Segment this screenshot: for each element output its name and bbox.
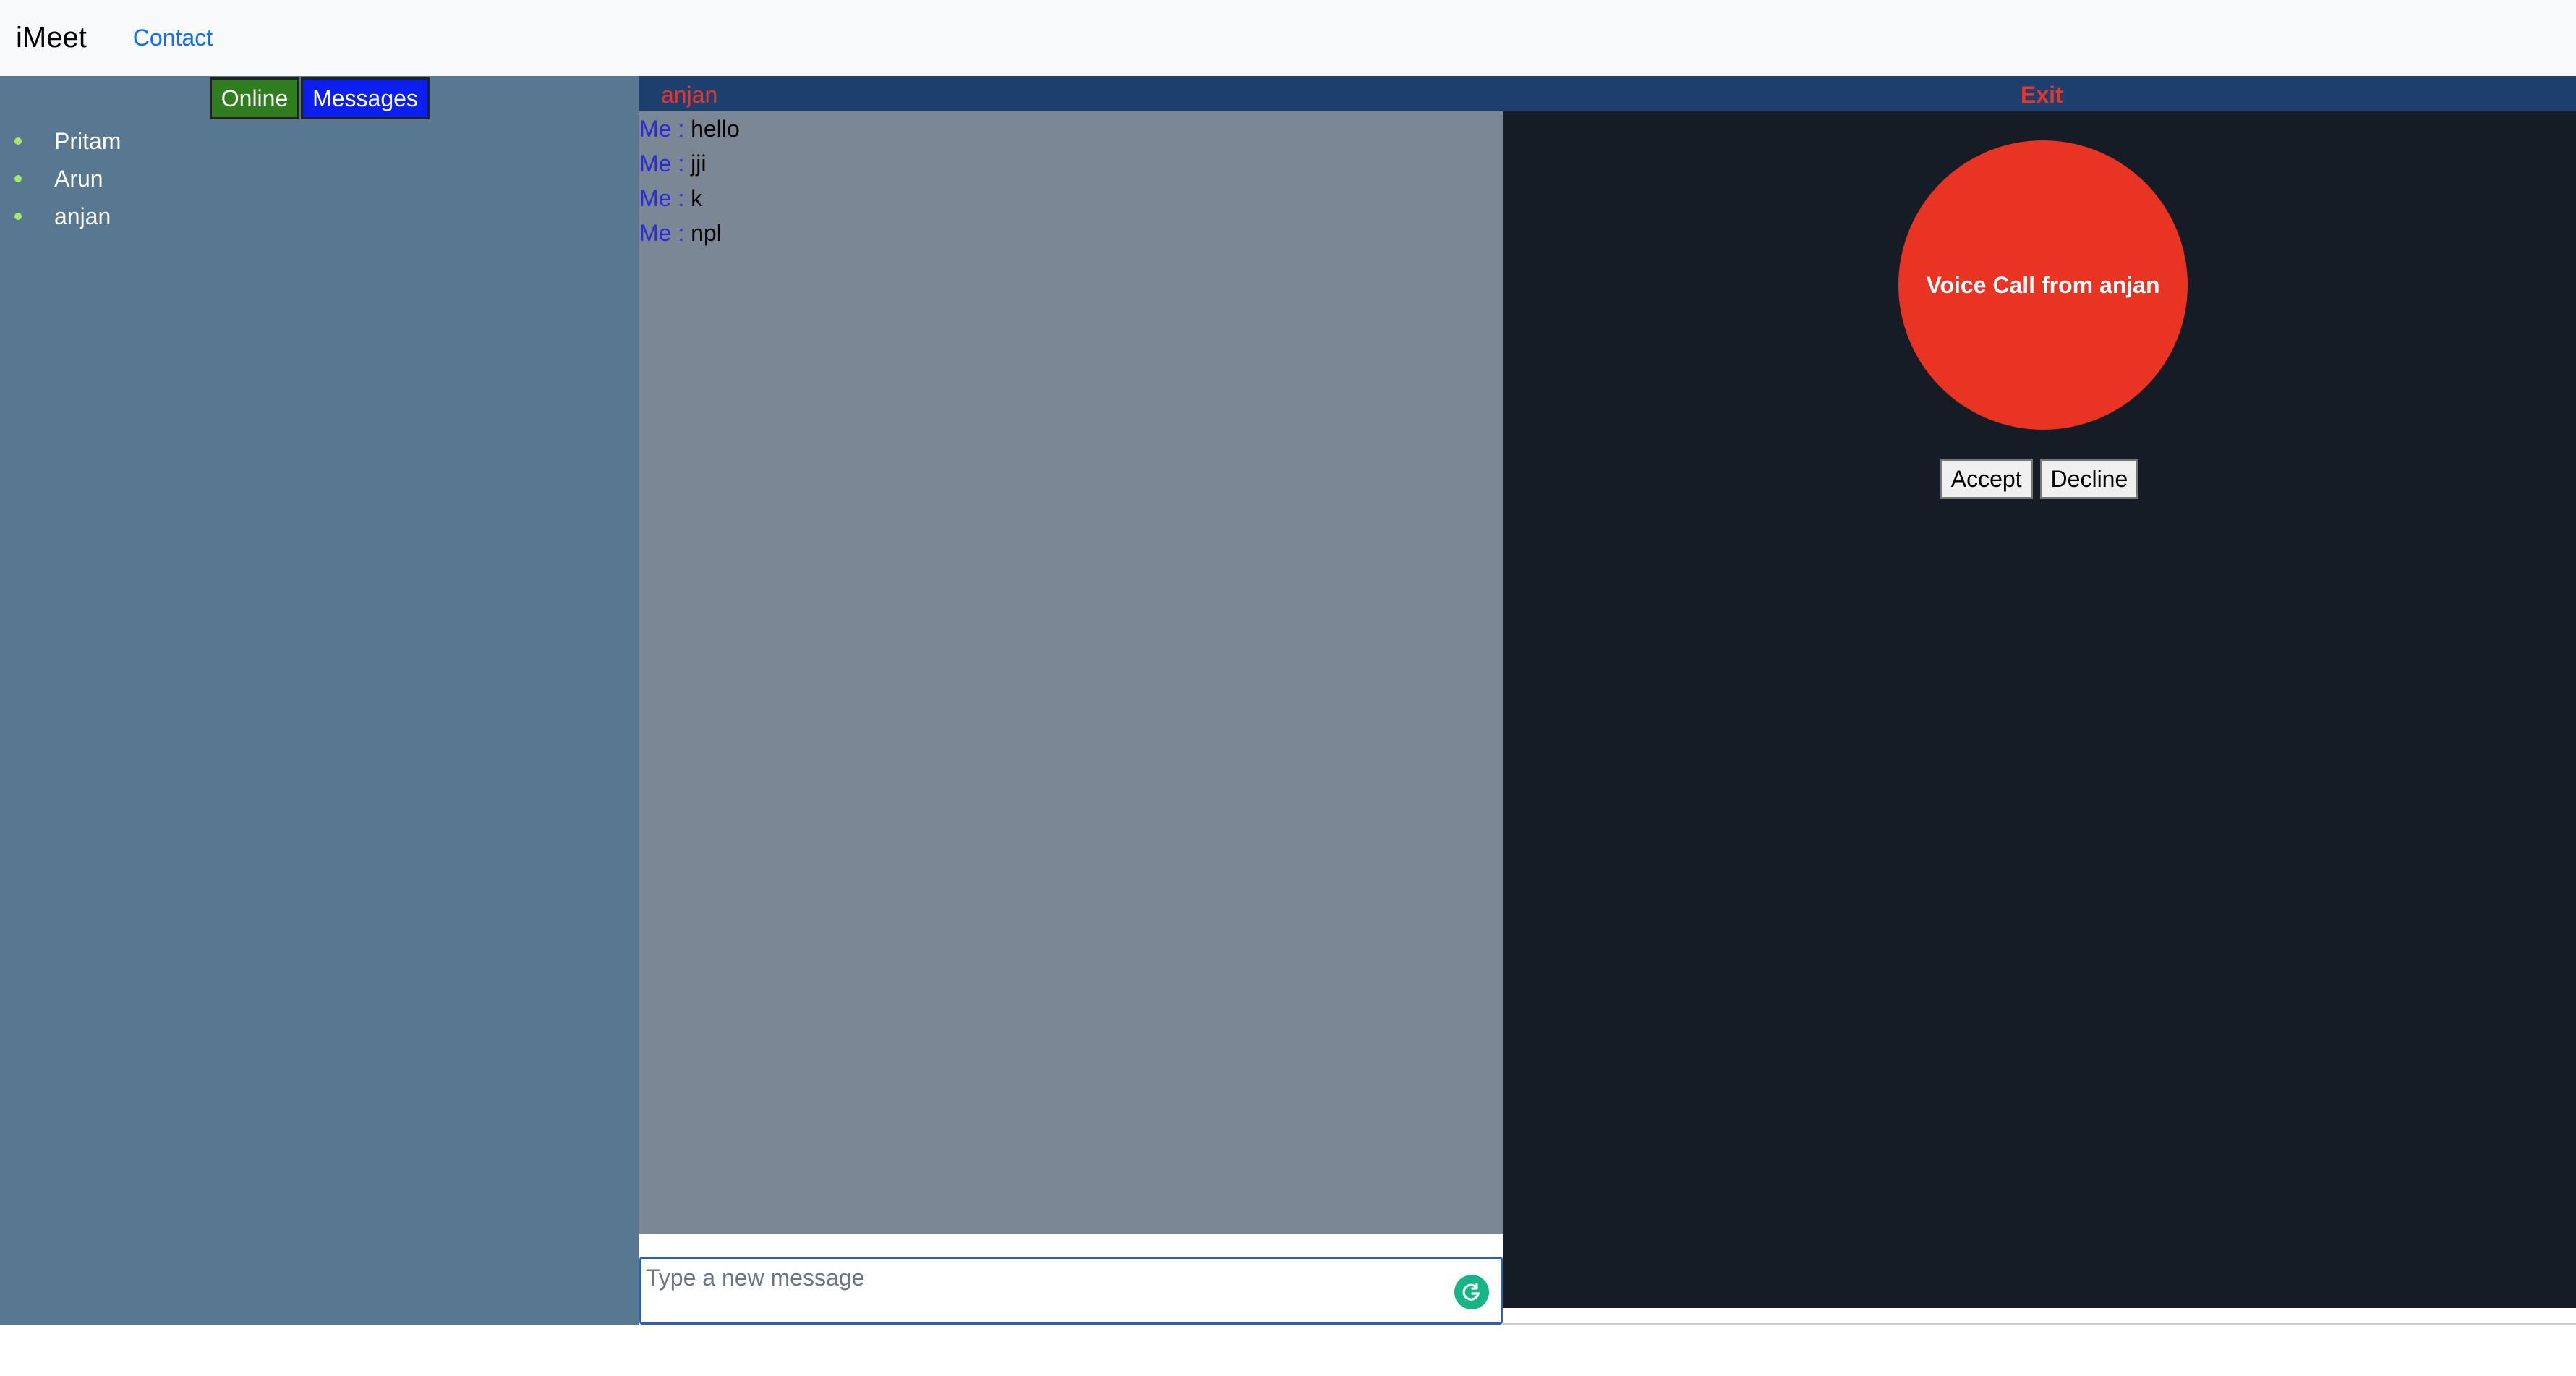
top-navbar: iMeet Contact	[0, 0, 2576, 76]
call-actions: Accept Decline	[1503, 459, 2576, 499]
chat-message: Me : k	[639, 181, 1503, 216]
decline-call-button[interactable]: Decline	[2039, 459, 2139, 499]
online-dot-icon	[14, 213, 22, 220]
sidebar-tabs: Online Messages	[0, 77, 639, 119]
chat-contact-name: anjan	[661, 82, 718, 108]
sidebar: Online Messages Pritam Arun anjan	[0, 76, 639, 1325]
incoming-call-text: Voice Call from anjan	[1926, 271, 2160, 298]
message-text: jji	[691, 150, 707, 177]
message-text: hello	[691, 116, 740, 142]
tab-online[interactable]: Online	[210, 77, 299, 119]
user-item[interactable]: anjan	[0, 198, 121, 235]
online-dot-icon	[14, 175, 22, 182]
composer-spacer	[639, 1234, 1503, 1257]
exit-button[interactable]: Exit	[2021, 82, 2063, 109]
chat-message: Me : jji	[639, 146, 1503, 181]
message-text: k	[691, 185, 703, 211]
user-name: anjan	[54, 203, 111, 229]
message-text: npl	[691, 220, 722, 246]
user-name: Pritam	[54, 127, 121, 154]
page-footer-space	[0, 1325, 2576, 1376]
message-composer	[639, 1257, 1503, 1325]
user-name: Arun	[54, 165, 103, 192]
tab-messages[interactable]: Messages	[301, 77, 430, 119]
message-sender: Me :	[639, 185, 685, 211]
brand-logo[interactable]: iMeet	[16, 22, 87, 54]
message-sender: Me :	[639, 150, 685, 177]
grammarly-icon[interactable]	[1454, 1275, 1489, 1309]
online-dot-icon	[14, 137, 22, 145]
user-item[interactable]: Pritam	[0, 122, 121, 160]
chat-message: Me : npl	[639, 216, 1503, 250]
contact-link[interactable]: Contact	[133, 25, 213, 51]
message-sender: Me :	[639, 220, 685, 246]
chat-message: Me : hello	[639, 111, 1503, 146]
user-item[interactable]: Arun	[0, 160, 121, 198]
online-user-list: Pritam Arun anjan	[0, 122, 121, 235]
accept-call-button[interactable]: Accept	[1940, 459, 2033, 499]
call-panel-footer	[1503, 1308, 2576, 1325]
incoming-call-indicator: Voice Call from anjan	[1898, 140, 2188, 430]
message-input[interactable]	[641, 1259, 1501, 1322]
call-panel: Voice Call from anjan Accept Decline	[1503, 111, 2576, 1308]
message-sender: Me :	[639, 116, 685, 142]
chat-header-bar: anjan Exit	[639, 76, 2576, 111]
chat-messages: Me : hello Me : jji Me : k Me : npl	[639, 111, 1503, 1234]
